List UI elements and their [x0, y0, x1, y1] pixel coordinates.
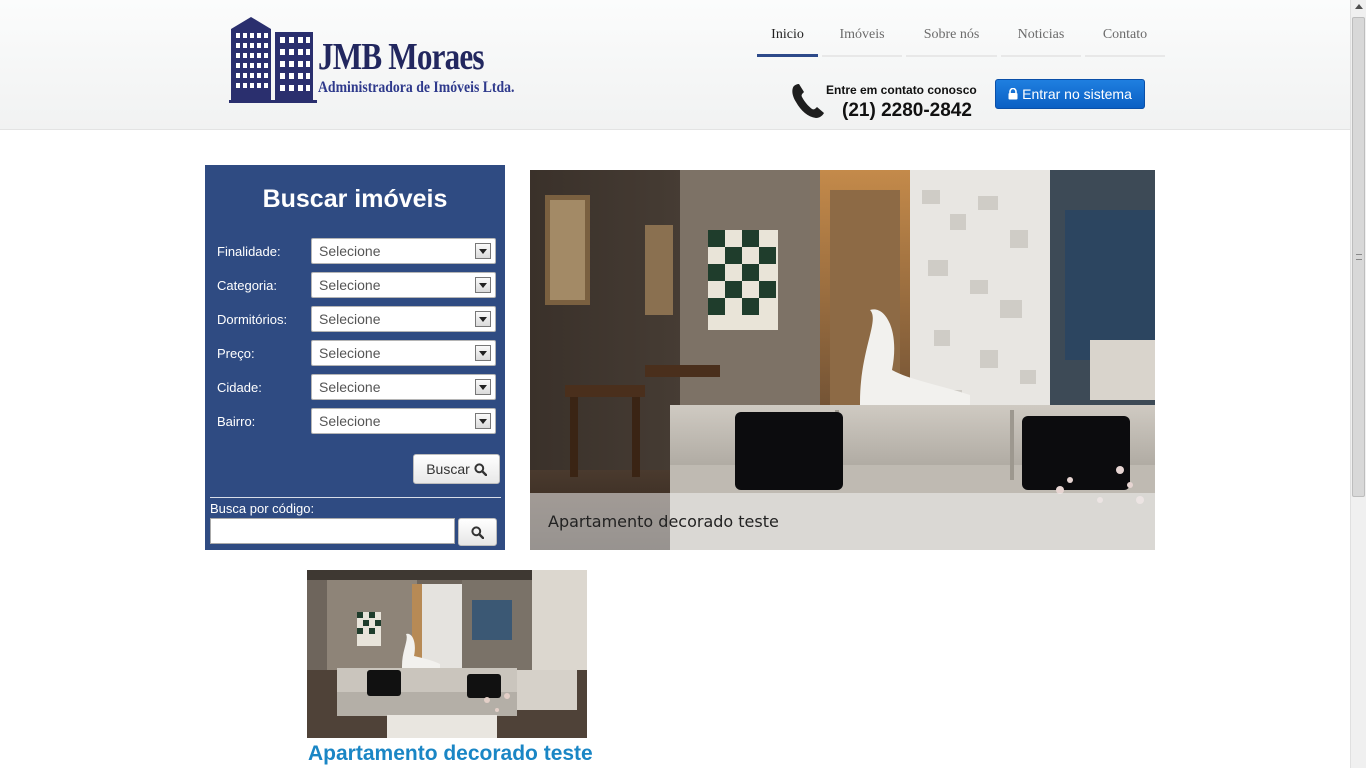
scroll-up-arrow-icon[interactable]	[1355, 4, 1363, 9]
bairro-label: Bairro:	[217, 414, 256, 429]
dropdown-arrow-icon	[475, 311, 491, 327]
dropdown-arrow-icon	[475, 243, 491, 259]
slider-caption-text: Apartamento decorado teste	[548, 512, 779, 531]
buscar-button[interactable]: Buscar	[413, 454, 500, 484]
cidade-value: Selecione	[319, 379, 381, 395]
dropdown-arrow-icon	[475, 277, 491, 293]
code-search-button[interactable]	[458, 518, 497, 546]
nav-item-inicio[interactable]: Inicio	[757, 18, 818, 57]
listing-photo	[307, 570, 587, 738]
code-input[interactable]	[210, 518, 455, 544]
slider-caption: Apartamento decorado teste	[530, 493, 1155, 550]
search-icon	[474, 462, 487, 476]
buildings-icon	[229, 17, 317, 103]
preco-label: Preço:	[217, 346, 255, 361]
bairro-select[interactable]: Selecione	[311, 408, 496, 434]
page-scrollbar[interactable]	[1350, 0, 1366, 768]
listing-thumbnail[interactable]	[307, 570, 587, 738]
finalidade-value: Selecione	[319, 243, 381, 259]
logo[interactable]: JMB Moraes Administradora de Imóveis Ltd…	[229, 15, 529, 105]
preco-select[interactable]: Selecione	[311, 340, 496, 366]
finalidade-select[interactable]: Selecione	[311, 238, 496, 264]
contact-phone: (21) 2280-2842	[842, 100, 972, 121]
divider	[210, 497, 501, 498]
search-title: Buscar imóveis	[262, 185, 448, 213]
scroll-thumb[interactable]	[1352, 17, 1365, 497]
phone-icon	[792, 84, 824, 118]
bairro-value: Selecione	[319, 413, 381, 429]
nav-item-imoveis[interactable]: Imóveis	[822, 18, 902, 57]
dropdown-arrow-icon	[475, 413, 491, 429]
nav-item-contato[interactable]: Contato	[1085, 18, 1165, 57]
contact-label: Entre em contato conosco	[826, 83, 977, 97]
brand-title: JMB Moraes	[318, 36, 485, 78]
dropdown-arrow-icon	[475, 345, 491, 361]
cidade-select[interactable]: Selecione	[311, 374, 496, 400]
login-button[interactable]: Entrar no sistema	[995, 79, 1145, 109]
featured-slider[interactable]: Apartamento decorado teste	[530, 170, 1155, 550]
finalidade-label: Finalidade:	[217, 244, 281, 259]
search-panel: Buscar imóveis Finalidade: Selecione Cat…	[205, 165, 505, 550]
code-label: Busca por código:	[210, 501, 315, 516]
lock-icon	[1008, 88, 1018, 100]
site-header: JMB Moraes Administradora de Imóveis Ltd…	[0, 0, 1350, 130]
nav-item-sobre-nos[interactable]: Sobre nós	[906, 18, 997, 57]
main-nav: Inicio Imóveis Sobre nós Noticias Contat…	[757, 18, 1165, 58]
categoria-value: Selecione	[319, 277, 381, 293]
contact-info: Entre em contato conosco (21) 2280-2842	[790, 82, 980, 122]
dropdown-arrow-icon	[475, 379, 491, 395]
categoria-label: Categoria:	[217, 278, 277, 293]
nav-item-noticias[interactable]: Noticias	[1001, 18, 1081, 57]
brand-subtitle: Administradora de Imóveis Ltda.	[318, 79, 515, 96]
listing-title-link[interactable]: Apartamento decorado teste	[308, 742, 593, 766]
dormitorios-label: Dormitórios:	[217, 312, 288, 327]
login-label: Entrar no sistema	[1022, 86, 1132, 102]
buscar-label: Buscar	[426, 461, 470, 477]
page: JMB Moraes Administradora de Imóveis Ltd…	[0, 0, 1366, 768]
search-icon	[471, 525, 484, 539]
dormitorios-select[interactable]: Selecione	[311, 306, 496, 332]
preco-value: Selecione	[319, 345, 381, 361]
cidade-label: Cidade:	[217, 380, 262, 395]
dormitorios-value: Selecione	[319, 311, 381, 327]
grip-icon	[1356, 254, 1362, 260]
categoria-select[interactable]: Selecione	[311, 272, 496, 298]
